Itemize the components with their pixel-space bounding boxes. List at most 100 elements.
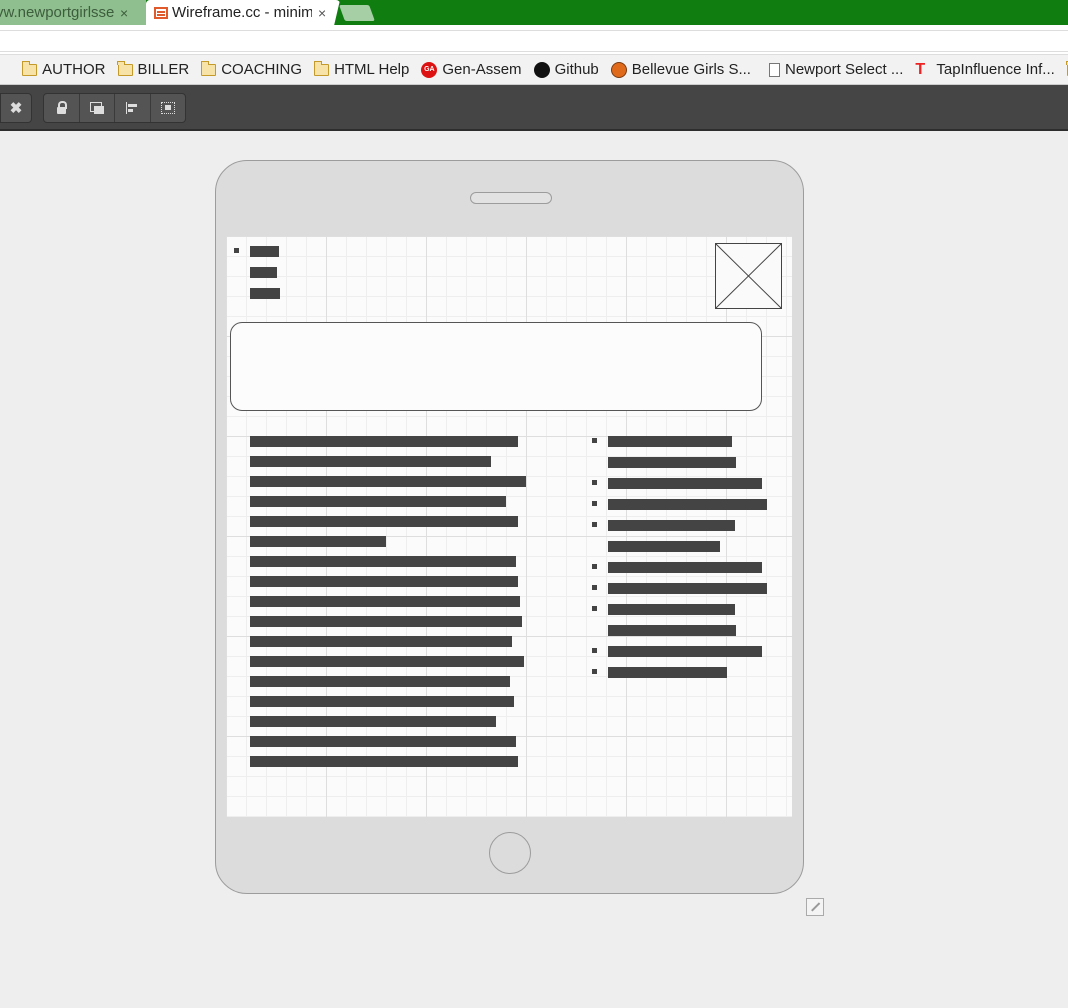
folder-icon — [117, 60, 133, 76]
list-bullet — [592, 438, 597, 443]
list-bullet — [592, 522, 597, 527]
address-bar[interactable] — [0, 30, 1068, 52]
tablet-speaker — [470, 192, 552, 204]
nav-item[interactable] — [250, 246, 279, 257]
list-item[interactable] — [608, 436, 732, 447]
expand-icon[interactable] — [806, 898, 824, 916]
tab-title: vw.newportgirlsselect — [0, 4, 114, 21]
text-line[interactable] — [250, 676, 510, 687]
text-line[interactable] — [250, 736, 516, 747]
bookmark-github[interactable]: Github — [533, 61, 599, 78]
bring-to-front-icon — [89, 102, 104, 114]
tab-title: Wireframe.cc - minimal wireframing tool — [172, 4, 312, 21]
folder-icon — [200, 60, 217, 76]
tool-group — [43, 93, 186, 123]
list-bullet — [592, 648, 597, 653]
list-item[interactable] — [608, 583, 767, 594]
group-icon — [160, 102, 175, 114]
wireframe-canvas[interactable] — [226, 236, 792, 817]
lock-icon — [56, 100, 67, 114]
close-tab-icon[interactable]: × — [318, 5, 326, 21]
image-cross — [716, 244, 781, 308]
bookmark-bellevue[interactable]: Bellevue Girls S... — [610, 61, 751, 78]
list-bullet — [592, 585, 597, 590]
tab-wireframe[interactable]: Wireframe.cc - minimal wireframing tool … — [146, 0, 340, 25]
text-line[interactable] — [250, 756, 518, 767]
bookmark-newport-select[interactable]: Newport Select ... — [768, 61, 904, 78]
bookmark-coaching[interactable]: COACHING — [200, 60, 303, 78]
list-bullet — [592, 564, 597, 569]
list-item[interactable] — [608, 625, 736, 636]
text-line[interactable] — [250, 516, 518, 527]
text-line[interactable] — [250, 496, 506, 507]
tab-newportgirlsselect[interactable]: vw.newportgirlsselect × — [0, 0, 146, 25]
text-line[interactable] — [250, 616, 522, 627]
list-item[interactable] — [608, 646, 762, 657]
align-icon — [126, 102, 138, 114]
text-line[interactable] — [250, 556, 516, 567]
list-item[interactable] — [608, 457, 736, 468]
text-line[interactable] — [250, 476, 526, 487]
text-line[interactable] — [250, 436, 518, 447]
bookmark-html-help[interactable]: HTML Help — [313, 60, 410, 78]
bring-to-front-button[interactable] — [80, 94, 115, 122]
close-button[interactable]: ✖ — [0, 93, 32, 123]
text-line[interactable] — [250, 576, 518, 587]
basketball-icon — [610, 61, 627, 78]
bookmark-label: HTML Help — [334, 61, 410, 78]
list-item[interactable] — [608, 541, 720, 552]
tablet-device — [215, 160, 804, 894]
bookmark-tapinfluence[interactable]: T TapInfluence Inf... — [915, 61, 1054, 78]
text-line[interactable] — [250, 716, 496, 727]
list-bullet — [592, 480, 597, 485]
bookmark-label: Newport Select ... — [784, 61, 904, 78]
page-icon — [768, 62, 780, 77]
bookmark-label: Bellevue Girls S... — [631, 61, 751, 78]
text-line[interactable] — [250, 596, 520, 607]
nav-item[interactable] — [250, 267, 277, 278]
list-item[interactable] — [608, 667, 727, 678]
text-line[interactable] — [250, 456, 491, 467]
nav-item[interactable] — [250, 288, 280, 299]
align-button[interactable] — [115, 94, 151, 122]
list-item[interactable] — [608, 562, 762, 573]
new-tab-button[interactable] — [339, 5, 375, 21]
address-bar-area — [0, 25, 1068, 55]
bookmarks-bar: . AUTHOR BILLER COACHING HTML Help GA Ge… — [0, 55, 1068, 85]
tablet-home-button — [489, 832, 531, 874]
list-item[interactable] — [608, 520, 735, 531]
github-icon — [533, 61, 550, 78]
bookmark-label: AUTHOR — [42, 61, 106, 78]
text-line[interactable] — [250, 656, 524, 667]
list-item[interactable] — [608, 478, 762, 489]
hero-box[interactable] — [230, 322, 762, 411]
bookmark-label: Github — [554, 61, 599, 78]
image-placeholder-icon[interactable] — [715, 243, 782, 309]
text-line[interactable] — [250, 696, 514, 707]
wireframe-favicon-icon — [154, 6, 168, 19]
bookmark-gen-assem[interactable]: GA Gen-Assem — [421, 61, 522, 78]
close-tab-icon[interactable]: × — [120, 5, 128, 21]
bookmark-label: BILLER — [137, 61, 190, 78]
list-item[interactable] — [608, 604, 735, 615]
list-item[interactable] — [608, 499, 767, 510]
editor-toolbar: ✖ — [0, 85, 1068, 131]
tab-strip: vw.newportgirlsselect × Wireframe.cc - m… — [0, 0, 1068, 25]
text-line[interactable] — [250, 636, 512, 647]
group-button[interactable] — [151, 94, 186, 122]
text-line[interactable] — [250, 536, 386, 547]
list-bullet — [592, 669, 597, 674]
folder-icon — [21, 60, 38, 76]
list-bullet — [592, 501, 597, 506]
bookmark-biller[interactable]: BILLER — [117, 60, 190, 78]
tapinfluence-icon: T — [915, 60, 926, 78]
bookmark-author[interactable]: AUTHOR — [21, 60, 106, 78]
bookmark-label: Gen-Assem — [442, 61, 522, 78]
bookmark-label: COACHING — [221, 61, 303, 78]
list-bullet — [592, 606, 597, 611]
gen-assem-icon: GA — [421, 61, 438, 78]
nav-bullet — [234, 248, 239, 253]
bookmark-label: TapInfluence Inf... — [936, 61, 1055, 78]
lock-button[interactable] — [44, 94, 80, 122]
folder-icon — [313, 60, 330, 76]
